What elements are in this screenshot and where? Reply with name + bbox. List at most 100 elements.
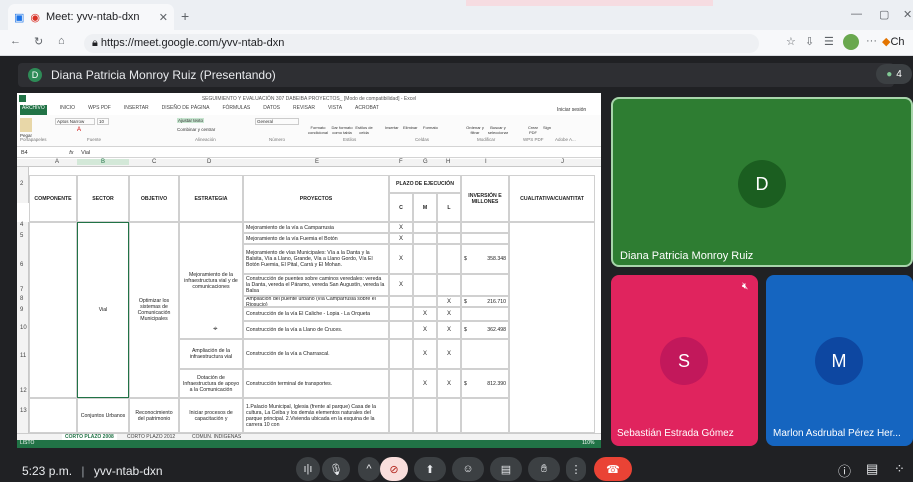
- menu-archivo[interactable]: ARCHIVO: [20, 105, 47, 115]
- cell-plazo-mark[interactable]: X: [437, 339, 461, 369]
- font-size-select[interactable]: 10: [97, 118, 109, 125]
- cell-plazo-mark[interactable]: X: [389, 244, 413, 274]
- cell-plazo-mark[interactable]: [413, 222, 437, 233]
- col-e[interactable]: E: [315, 159, 319, 165]
- spreadsheet-grid[interactable]: 2 3 4 5 6 7 8 9 10 11 12 13 COMPONENTE S…: [17, 167, 601, 433]
- cell-plazo-mark[interactable]: X: [389, 274, 413, 296]
- reload-icon[interactable]: ↻: [34, 35, 43, 48]
- cell-plazo-mark[interactable]: [437, 274, 461, 296]
- copilot-icon[interactable]: ◆Ch: [882, 35, 905, 48]
- menu-insertar[interactable]: INSERTAR: [124, 105, 149, 115]
- col-j[interactable]: J: [561, 159, 564, 165]
- col-h[interactable]: H: [446, 159, 450, 165]
- cell-inversion[interactable]: [461, 274, 509, 296]
- create-pdf-button[interactable]: Crear PDF: [525, 125, 541, 135]
- cell-sector-vial[interactable]: Vial: [77, 222, 129, 398]
- menu-acrobat[interactable]: ACROBAT: [355, 105, 379, 115]
- more-icon[interactable]: ···: [866, 35, 877, 47]
- sign-button[interactable]: Sign: [543, 125, 551, 130]
- camera-options-icon[interactable]: ^: [358, 457, 380, 481]
- cell-estrategia-3[interactable]: Dotación de Infraestructura de apoyo a l…: [179, 369, 243, 398]
- name-box[interactable]: B4: [21, 150, 28, 156]
- header-plazo[interactable]: PLAZO DE EJECUCIÓN: [389, 175, 461, 193]
- cell-proyecto[interactable]: Mejoramiento de la vía Fuemia el Botón: [243, 233, 389, 244]
- cell-inversion[interactable]: $216.710: [461, 296, 509, 307]
- cell-plazo-mark[interactable]: [389, 307, 413, 321]
- extensions-icon[interactable]: ⇩: [805, 35, 814, 48]
- cell-objetivo[interactable]: Optimizar los sistemas de Comunicación M…: [129, 222, 179, 398]
- cell-inversion[interactable]: $358.348: [461, 244, 509, 274]
- header-sector[interactable]: SECTOR: [77, 175, 129, 222]
- merge-center-button[interactable]: Combinar y centrar: [177, 127, 215, 132]
- raise-hand-button[interactable]: ✋︎: [528, 457, 560, 481]
- profile-avatar[interactable]: [843, 34, 859, 50]
- cell-estrategia-4[interactable]: Iniciar procesos de capacitación y: [179, 398, 243, 433]
- menu-inicio[interactable]: INICIO: [60, 105, 75, 115]
- cell-plazo-mark[interactable]: [389, 369, 413, 398]
- header-objetivo[interactable]: OBJETIVO: [129, 175, 179, 222]
- menu-datos[interactable]: DATOS: [263, 105, 280, 115]
- row-2[interactable]: 2: [17, 167, 29, 203]
- cell-plazo-mark[interactable]: X: [437, 369, 461, 398]
- back-icon[interactable]: ←: [10, 35, 21, 47]
- insert-cells-button[interactable]: Insertar: [385, 125, 399, 130]
- cell-plazo-mark[interactable]: [389, 296, 413, 307]
- cell-proyecto[interactable]: Construcción de la vía a Charrascal.: [243, 339, 389, 369]
- delete-cells-button[interactable]: Eliminar: [403, 125, 417, 130]
- formula-input[interactable]: Vial: [81, 150, 90, 156]
- cell-plazo-mark[interactable]: X: [413, 307, 437, 321]
- menu-diseno[interactable]: DISEÑO DE PÁGINA: [162, 105, 210, 115]
- mic-button[interactable]: 🎙︎: [322, 457, 350, 481]
- cell-estrategia-1[interactable]: Mejoramiento de la infraestructura vial …: [179, 222, 243, 339]
- col-d[interactable]: D: [207, 159, 211, 165]
- cell-plazo-mark[interactable]: [389, 339, 413, 369]
- cell-plazo-mark[interactable]: X: [389, 222, 413, 233]
- cell-inversion[interactable]: $812.390: [461, 369, 509, 398]
- cell-proyecto[interactable]: Construcción de la vía El Caliche - Lopi…: [243, 307, 389, 321]
- present-button[interactable]: ⬆︎: [414, 457, 446, 481]
- row-11[interactable]: 11: [17, 339, 29, 369]
- header-c[interactable]: C: [389, 193, 413, 222]
- row-5[interactable]: 5: [17, 233, 29, 244]
- camera-off-button[interactable]: ⊘: [380, 457, 408, 481]
- col-g[interactable]: G: [423, 159, 428, 165]
- header-cualitativa[interactable]: CUALITATIVA/CUANTITAT: [509, 175, 595, 222]
- cell-plazo-mark[interactable]: [413, 296, 437, 307]
- cell-proyecto[interactable]: Construcción de puentes sobre caminos ve…: [243, 274, 389, 296]
- cell-componente-2[interactable]: [29, 398, 77, 433]
- shared-screen-excel[interactable]: SEGUIMIENTO Y EVALUACIÓN 307 DABEIBA PRO…: [17, 93, 601, 448]
- cell-plazo-mark[interactable]: X: [413, 321, 437, 339]
- row-13[interactable]: 13: [17, 398, 29, 433]
- sort-filter-button[interactable]: Ordenar y filtrar: [465, 125, 485, 135]
- maximize-icon[interactable]: ▢: [879, 8, 889, 21]
- emoji-button[interactable]: ☺: [452, 457, 484, 481]
- cell-j-block[interactable]: [509, 222, 595, 433]
- menu-wps-pdf[interactable]: WPS PDF: [88, 105, 111, 115]
- row-4[interactable]: 4: [17, 222, 29, 233]
- header-m[interactable]: M: [413, 193, 437, 222]
- font-name-select[interactable]: Aptos Narrow: [55, 118, 95, 125]
- find-select-button[interactable]: Buscar y seleccionar: [487, 125, 509, 135]
- cell-plazo-mark[interactable]: [437, 222, 461, 233]
- font-color-icon[interactable]: A: [77, 127, 81, 133]
- captions-button[interactable]: ▤: [490, 457, 522, 481]
- cell-plazo-mark[interactable]: [437, 398, 461, 433]
- cell-proyecto[interactable]: Mejoramiento de la vía a Camparrusia: [243, 222, 389, 233]
- zoom-level[interactable]: 110%: [582, 440, 594, 446]
- col-f[interactable]: F: [399, 159, 403, 165]
- cell-plazo-mark[interactable]: [413, 274, 437, 296]
- conditional-format-button[interactable]: Formato condicional: [307, 125, 329, 135]
- cell-inversion[interactable]: [461, 339, 509, 369]
- format-cells-button[interactable]: Formato: [423, 125, 438, 130]
- cell-plazo-mark[interactable]: [413, 244, 437, 274]
- cell-inversion[interactable]: [461, 398, 509, 433]
- col-a[interactable]: A: [55, 159, 59, 165]
- cell-plazo-mark[interactable]: [389, 398, 413, 433]
- cell-plazo-mark[interactable]: X: [437, 321, 461, 339]
- url-input[interactable]: 🔒︎ https://meet.google.com/yvv-ntab-dxn: [84, 34, 759, 53]
- menu-revisar[interactable]: REVISAR: [293, 105, 315, 115]
- cell-estrategia-2[interactable]: Ampliación de la infraestructura vial: [179, 339, 243, 369]
- header-componente[interactable]: COMPONENTE: [29, 175, 77, 222]
- row-12[interactable]: 12: [17, 369, 29, 398]
- cell-componente-block[interactable]: [29, 222, 77, 398]
